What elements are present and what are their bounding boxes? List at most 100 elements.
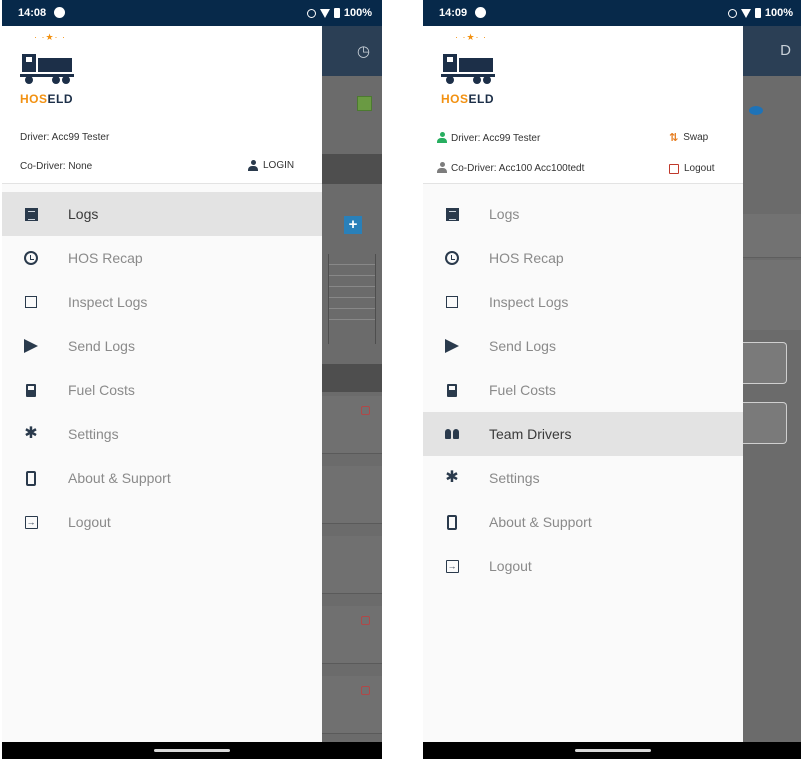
system-nav-bar: [2, 742, 382, 759]
fuel-icon: [443, 381, 461, 399]
menu-item-fuel-costs[interactable]: Fuel Costs: [2, 368, 322, 412]
menu-item-logout[interactable]: → Logout: [2, 500, 322, 544]
drawer-menu: Logs HOS Recap Inspect Logs Send Logs Fu…: [2, 192, 322, 544]
logout-icon: →: [445, 559, 459, 573]
brand-wordmark: HOSELD: [20, 92, 74, 106]
gear-icon: ✱: [445, 469, 459, 486]
status-icons: 100%: [727, 7, 793, 19]
alarm-clock-icon: ◷: [356, 43, 370, 60]
phone-icon: [443, 513, 461, 531]
inspect-icon: [22, 293, 40, 311]
status-time: 14:08: [18, 7, 47, 19]
menu-item-hos-recap[interactable]: HOS Recap: [2, 236, 322, 280]
background-app-scrim[interactable]: ◷ +: [322, 26, 382, 742]
inspect-icon: [443, 293, 461, 311]
drawer-header: · ·★· · HOSELD Driver: Acc99 Tester Co-D…: [423, 26, 743, 184]
navigation-drawer: · ·★· · HOSELD Driver: Acc99 Tester Co-D…: [423, 26, 743, 742]
menu-item-label: Logout: [68, 514, 111, 530]
alarm-clock-icon: [443, 249, 461, 267]
logout-icon: →: [24, 515, 38, 529]
drawer-menu: Logs HOS Recap Inspect Logs Send Logs Fu…: [423, 192, 743, 588]
menu-item-logs[interactable]: Logs: [2, 192, 322, 236]
menu-item-label: About & Support: [68, 470, 171, 486]
background-card: [743, 402, 787, 444]
logs-icon: [443, 205, 461, 223]
phone-icon: [22, 469, 40, 487]
codriver-label: Co-Driver: None: [20, 161, 93, 172]
gear-icon: ✱: [24, 425, 38, 442]
menu-item-label: Fuel Costs: [68, 382, 135, 398]
menu-item-fuel-costs[interactable]: Fuel Costs: [423, 368, 743, 412]
background-row: [322, 606, 382, 664]
background-row: [322, 536, 382, 594]
menu-item-about-support[interactable]: About & Support: [423, 500, 743, 544]
menu-item-about-support[interactable]: About & Support: [2, 456, 322, 500]
person-icon: [248, 160, 258, 171]
login-label: LOGIN: [263, 160, 295, 171]
add-icon: +: [344, 216, 362, 234]
sync-icon: [306, 8, 316, 18]
status-bar: 14:08 100%: [2, 0, 382, 26]
status-icons: 100%: [306, 7, 372, 19]
background-toolbar: ◷: [322, 26, 382, 76]
background-app-scrim[interactable]: D: [743, 26, 801, 742]
menu-item-send-logs[interactable]: Send Logs: [423, 324, 743, 368]
menu-item-label: Settings: [489, 470, 540, 486]
menu-item-label: Logs: [68, 206, 99, 222]
background-band: [743, 260, 801, 330]
login-button[interactable]: LOGIN: [248, 160, 294, 171]
stars-icon: · ·★· ·: [454, 32, 488, 42]
battery-icon: [333, 8, 340, 18]
sync-icon: [727, 8, 737, 18]
menu-item-label: Inspect Logs: [68, 294, 148, 310]
system-nav-bar: [423, 742, 801, 759]
battery-level: 100%: [764, 7, 793, 19]
logs-icon: [22, 205, 40, 223]
phone-screen-right: 14:09 100% D · ·★· · HOSELD Driver: Acc9…: [423, 0, 801, 759]
menu-item-team-drivers[interactable]: Team Drivers: [423, 412, 743, 456]
menu-item-hos-recap[interactable]: HOS Recap: [423, 236, 743, 280]
menu-item-settings[interactable]: ✱ Settings: [423, 456, 743, 500]
menu-item-label: Logs: [489, 206, 520, 222]
background-toolbar: D: [743, 26, 801, 76]
phone-screen-left: 14:08 100% ◷ + · ·★· · HOSELD Driver: Ac…: [2, 0, 382, 759]
background-row: [322, 396, 382, 454]
eye-icon: [749, 106, 763, 115]
codriver-label: Co-Driver: Acc100 Acc100tedt: [437, 162, 584, 174]
menu-item-label: Team Drivers: [489, 426, 572, 442]
menu-item-label: HOS Recap: [489, 250, 564, 266]
menu-item-label: Settings: [68, 426, 119, 442]
menu-item-inspect-logs[interactable]: Inspect Logs: [423, 280, 743, 324]
send-icon: [443, 337, 461, 355]
menu-item-label: Logout: [489, 558, 532, 574]
drawer-header: · ·★· · HOSELD Driver: Acc99 Tester Co-D…: [2, 26, 322, 184]
menu-item-send-logs[interactable]: Send Logs: [2, 324, 322, 368]
status-time: 14:09: [439, 7, 468, 19]
brand-wordmark: HOSELD: [441, 92, 495, 106]
background-card: [743, 342, 787, 384]
menu-item-label: Inspect Logs: [489, 294, 569, 310]
logout-icon: [669, 163, 679, 174]
team-icon: [443, 425, 461, 443]
menu-item-logs[interactable]: Logs: [423, 192, 743, 236]
menu-item-label: Send Logs: [68, 338, 135, 354]
hos-eld-logo: · ·★· · HOSELD: [439, 32, 501, 108]
codriver-logout-button[interactable]: Logout: [669, 163, 715, 174]
menu-item-label: Send Logs: [489, 338, 556, 354]
menu-item-settings[interactable]: ✱ Settings: [2, 412, 322, 456]
home-gesture-handle[interactable]: [575, 749, 651, 752]
driver-label: Driver: Acc99 Tester: [20, 132, 110, 143]
swap-button[interactable]: ⇅ Swap: [669, 131, 708, 144]
home-gesture-handle[interactable]: [154, 749, 230, 752]
menu-item-logout[interactable]: → Logout: [423, 544, 743, 588]
wifi-icon: [740, 8, 751, 18]
background-band: [322, 154, 382, 184]
menu-item-inspect-logs[interactable]: Inspect Logs: [2, 280, 322, 324]
swap-label: Swap: [683, 132, 709, 143]
hos-eld-logo: · ·★· · HOSELD: [18, 32, 80, 108]
alarm-clock-icon: [22, 249, 40, 267]
fuel-icon: [22, 381, 40, 399]
status-indicator: [357, 96, 372, 111]
codriver-logout-label: Logout: [684, 163, 715, 174]
background-row: [322, 466, 382, 524]
